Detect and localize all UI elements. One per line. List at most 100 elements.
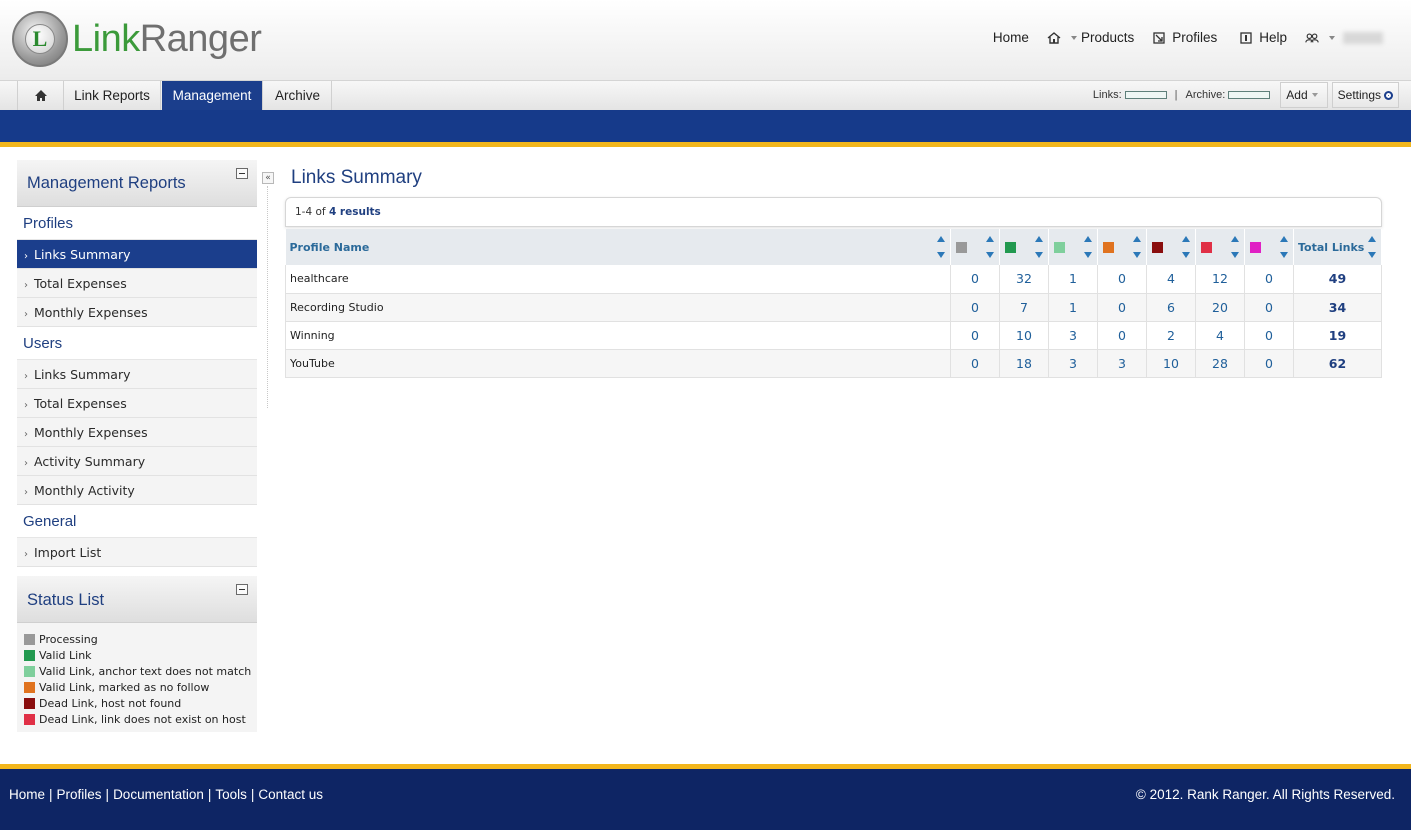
sort-arrows-icon[interactable]	[937, 236, 945, 258]
sidebar-item-label: Links Summary	[34, 367, 131, 382]
sidebar-item-profiles-links-summary[interactable]: › Links Summary	[17, 240, 257, 269]
sidebar-item-import-list[interactable]: › Import List	[17, 538, 257, 567]
logo[interactable]: L LinkRanger	[12, 9, 262, 69]
add-button[interactable]: Add	[1280, 82, 1328, 108]
status-count-link[interactable]: 0	[1244, 321, 1294, 350]
status-count-link[interactable]: 3	[1097, 349, 1147, 378]
status-count-link[interactable]: 1	[1048, 265, 1098, 294]
status-count-link[interactable]: 0	[950, 265, 1000, 294]
column-header-status-4[interactable]	[1146, 229, 1196, 265]
tab-archive[interactable]: Archive	[264, 81, 332, 111]
total-links-cell[interactable]: 19	[1293, 321, 1382, 350]
total-links-cell[interactable]: 62	[1293, 349, 1382, 378]
sort-arrows-icon[interactable]	[1231, 236, 1239, 258]
section-users[interactable]: Users	[17, 327, 257, 360]
status-count-link[interactable]: 10	[1146, 349, 1196, 378]
nav-help[interactable]: Help	[1239, 30, 1287, 45]
status-count-link[interactable]: 4	[1195, 321, 1245, 350]
nav-home[interactable]: Home	[993, 30, 1029, 45]
status-legend-item: Valid Link, anchor text does not match	[24, 663, 257, 679]
status-count-link[interactable]: 10	[999, 321, 1049, 350]
status-count-link[interactable]: 0	[1244, 293, 1294, 322]
sidebar-item-profiles-monthly-expenses[interactable]: › Monthly Expenses	[17, 298, 257, 327]
status-count-link[interactable]: 0	[1097, 293, 1147, 322]
status-count-link[interactable]: 32	[999, 265, 1049, 294]
sort-arrows-icon[interactable]	[1280, 236, 1288, 258]
sort-arrows-icon[interactable]	[1182, 236, 1190, 258]
status-swatch	[24, 697, 35, 709]
total-links-cell[interactable]: 49	[1293, 265, 1382, 294]
footer: Home | Profiles | Documentation | Tools | Contac…	[0, 769, 1411, 830]
sidebar-item-profiles-total-expenses[interactable]: › Total Expenses	[17, 269, 257, 298]
footer-link-home[interactable]: Home	[9, 787, 45, 802]
nav-profiles[interactable]: Profiles	[1152, 30, 1217, 45]
sidebar-item-users-activity-summary[interactable]: › Activity Summary	[17, 447, 257, 476]
column-header-status-0[interactable]	[950, 229, 1000, 265]
tab-link-reports[interactable]: Link Reports	[64, 81, 161, 111]
column-header-total-links[interactable]: Total Links	[1293, 229, 1382, 265]
section-general[interactable]: General	[17, 505, 257, 538]
column-header-status-1[interactable]	[999, 229, 1049, 265]
column-header-profile-name[interactable]: Profile Name	[285, 229, 951, 265]
chevron-down-icon	[1311, 93, 1318, 97]
logo-word-ranger: Ranger	[139, 18, 262, 60]
footer-link-documentation[interactable]: Documentation	[113, 787, 204, 802]
collapse-icon[interactable]	[236, 168, 248, 179]
archive-quota-meter	[1228, 91, 1271, 99]
total-links-cell[interactable]: 34	[1293, 293, 1382, 322]
users-icon	[1305, 32, 1319, 43]
panel-body: Profiles › Links Summary › Total Expenses …	[17, 207, 257, 567]
settings-button[interactable]: Settings	[1331, 82, 1399, 108]
status-count-link[interactable]: 20	[1195, 293, 1245, 322]
status-count-link[interactable]: 28	[1195, 349, 1245, 378]
sort-arrows-icon[interactable]	[1084, 236, 1092, 258]
section-profiles[interactable]: Profiles	[17, 207, 257, 240]
sort-arrows-icon[interactable]	[1133, 236, 1141, 258]
sidebar-item-users-links-summary[interactable]: › Links Summary	[17, 360, 257, 389]
table-row: Recording Studio 0 7 1 0 6 20 0 34	[285, 293, 1382, 322]
status-count-link[interactable]: 1	[1048, 293, 1098, 322]
sidebar-item-users-total-expenses[interactable]: › Total Expenses	[17, 389, 257, 418]
status-label: Processing	[39, 632, 98, 646]
chevron-right-icon: ›	[24, 458, 28, 469]
column-header-label: Profile Name	[289, 240, 370, 254]
user-menu[interactable]	[1305, 31, 1383, 45]
footer-link-contact-us[interactable]: Contact us	[258, 787, 323, 802]
sort-arrows-icon[interactable]	[1035, 236, 1043, 258]
status-count-link[interactable]: 0	[950, 293, 1000, 322]
column-header-status-3[interactable]	[1097, 229, 1147, 265]
sort-arrows-icon[interactable]	[1368, 236, 1376, 258]
panel-header: Status List	[17, 576, 257, 623]
status-count-link[interactable]: 0	[1097, 265, 1147, 294]
status-count-link[interactable]: 0	[1244, 265, 1294, 294]
status-count-link[interactable]: 0	[1097, 321, 1147, 350]
column-header-status-5[interactable]	[1195, 229, 1245, 265]
collapse-sidebar-icon[interactable]: «	[262, 172, 274, 184]
status-count-link[interactable]: 18	[999, 349, 1049, 378]
status-count-link[interactable]: 4	[1146, 265, 1196, 294]
footer-link-profiles[interactable]: Profiles	[57, 787, 102, 802]
nav-products[interactable]: Products	[1047, 30, 1134, 45]
profile-name-cell: YouTube	[285, 349, 951, 378]
status-count-link[interactable]: 6	[1146, 293, 1196, 322]
sidebar-item-users-monthly-activity[interactable]: › Monthly Activity	[17, 476, 257, 505]
column-header-status-2[interactable]	[1048, 229, 1098, 265]
sidebar-item-users-monthly-expenses[interactable]: › Monthly Expenses	[17, 418, 257, 447]
status-count-link[interactable]: 2	[1146, 321, 1196, 350]
status-count-link[interactable]: 3	[1048, 349, 1098, 378]
tab-management[interactable]: Management	[162, 81, 263, 111]
collapse-icon[interactable]	[236, 584, 248, 595]
status-count-link[interactable]: 0	[950, 321, 1000, 350]
chevron-down-icon	[1329, 35, 1335, 40]
tab-home[interactable]	[17, 81, 64, 111]
status-count-link[interactable]: 7	[999, 293, 1049, 322]
status-count-link[interactable]: 3	[1048, 321, 1098, 350]
footer-link-tools[interactable]: Tools	[215, 787, 247, 802]
status-count-link[interactable]: 12	[1195, 265, 1245, 294]
status-count-link[interactable]: 0	[1244, 349, 1294, 378]
status-legend: Processing Valid Link Valid Link, anchor t…	[17, 623, 257, 732]
status-count-link[interactable]: 0	[950, 349, 1000, 378]
profiles-icon	[1153, 31, 1165, 44]
sort-arrows-icon[interactable]	[986, 236, 994, 258]
column-header-status-6[interactable]	[1244, 229, 1294, 265]
